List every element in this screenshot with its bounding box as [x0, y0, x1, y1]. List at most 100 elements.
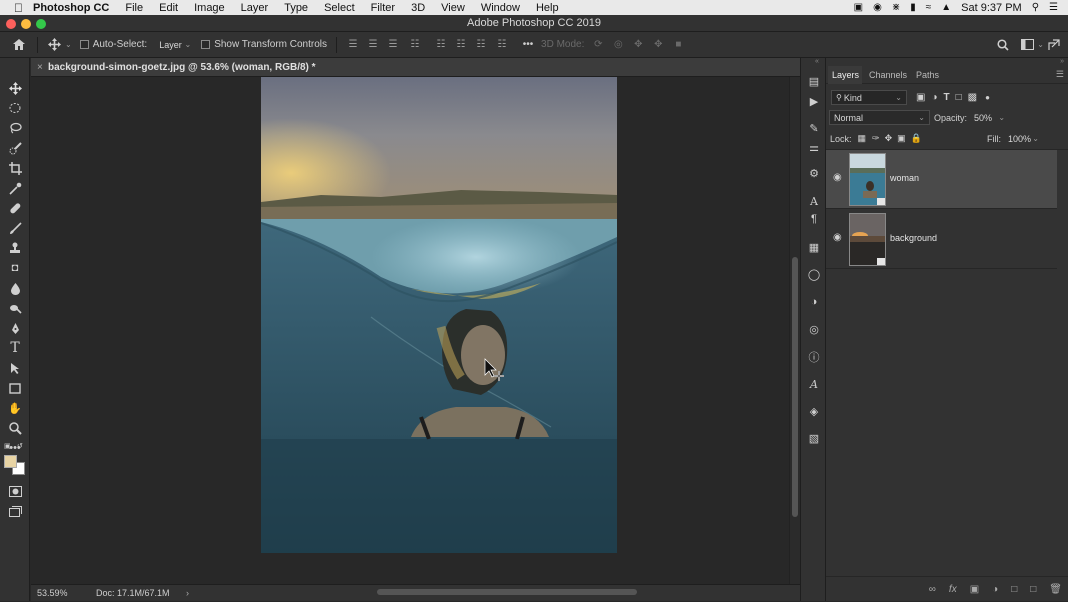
- menu-layer[interactable]: Layer: [233, 2, 277, 14]
- dodge-tool-icon[interactable]: [6, 300, 24, 316]
- screen-record-icon[interactable]: ▣: [849, 2, 868, 13]
- add-layer-style-icon[interactable]: fx: [949, 584, 957, 595]
- menu-list-icon[interactable]: ☰: [1044, 2, 1068, 13]
- lock-transparent-pixels-icon[interactable]: ▦: [858, 133, 867, 144]
- filter-adjustment-icon[interactable]: ◑: [931, 92, 937, 103]
- distribute-horizontal-icon[interactable]: ☷: [403, 39, 427, 50]
- blend-mode-dropdown[interactable]: Normal ⌄: [829, 110, 930, 125]
- chevron-down-icon[interactable]: ⌄: [65, 40, 72, 49]
- 3d-orbit-icon[interactable]: ⟳: [588, 39, 608, 50]
- filter-smart-object-icon[interactable]: ▩: [968, 92, 977, 103]
- menu-type[interactable]: Type: [276, 2, 316, 14]
- move-tool-preset-icon[interactable]: [46, 38, 62, 51]
- tab-paths[interactable]: Paths: [912, 66, 943, 84]
- hand-tool-icon[interactable]: ✋: [6, 400, 24, 416]
- clone-source-panel-icon[interactable]: ⚙: [807, 166, 821, 180]
- lock-artboard-icon[interactable]: ▣: [897, 133, 906, 144]
- share-icon[interactable]: [1044, 38, 1064, 51]
- opacity-field[interactable]: 50% ⌄: [970, 110, 1010, 125]
- libraries-panel-icon[interactable]: ◎: [807, 322, 821, 336]
- menu-image[interactable]: Image: [186, 2, 233, 14]
- status-menu-arrow-icon[interactable]: ›: [186, 585, 189, 602]
- close-window-button[interactable]: [6, 19, 16, 29]
- new-adjustment-layer-icon[interactable]: ◑: [992, 584, 998, 595]
- 3d-scale-icon[interactable]: ■: [668, 39, 688, 50]
- layer-name[interactable]: background: [890, 233, 937, 243]
- zoom-level[interactable]: 53.59%: [37, 585, 68, 602]
- quick-mask-icon[interactable]: [6, 483, 24, 499]
- wifi-icon[interactable]: ≈: [921, 2, 937, 13]
- eyedropper-tool-icon[interactable]: [6, 180, 24, 196]
- filter-shape-icon[interactable]: □: [956, 92, 962, 103]
- status-icon[interactable]: ◉: [868, 2, 887, 13]
- layer-row-woman[interactable]: ◉ woman: [826, 150, 1057, 209]
- menu-select[interactable]: Select: [316, 2, 363, 14]
- tab-layers[interactable]: Layers: [828, 66, 862, 84]
- layer-row-background[interactable]: ◉ background: [826, 210, 1057, 269]
- swatches-panel-icon[interactable]: ▦: [807, 240, 821, 254]
- adjustments-panel-icon[interactable]: ⚌: [807, 140, 821, 154]
- new-layer-icon[interactable]: □: [1030, 584, 1036, 595]
- menu-help[interactable]: Help: [528, 2, 567, 14]
- marquee-tool-icon[interactable]: [6, 100, 24, 116]
- align-top-edges-icon[interactable]: ☷: [431, 39, 451, 50]
- lock-image-pixels-icon[interactable]: ✑: [872, 133, 880, 144]
- filter-kind-dropdown[interactable]: ⚲ Kind ⌄: [831, 90, 907, 105]
- properties-panel-icon[interactable]: ▧: [807, 431, 821, 445]
- show-transform-checkbox[interactable]: [201, 40, 211, 49]
- vertical-scroll-thumb[interactable]: [792, 257, 798, 517]
- layer-thumbnail[interactable]: [849, 213, 886, 266]
- fill-field[interactable]: 100% ⌄: [1004, 131, 1043, 146]
- healing-brush-tool-icon[interactable]: [6, 200, 24, 216]
- align-bottom-edges-icon[interactable]: ☷: [471, 39, 491, 50]
- swap-colors-icon[interactable]: ↺: [17, 442, 23, 450]
- menu-3d[interactable]: 3D: [403, 2, 433, 14]
- panel-menu-icon[interactable]: ☰: [1056, 69, 1064, 80]
- clock[interactable]: Sat 9:37 PM: [956, 2, 1027, 14]
- paragraph-panel-icon[interactable]: ¶: [807, 212, 821, 226]
- actions-panel-icon[interactable]: ▶: [807, 94, 821, 108]
- apple-menu-icon[interactable]: : [0, 1, 29, 15]
- character-panel-icon[interactable]: A: [807, 194, 821, 208]
- collapse-panel-icon[interactable]: »: [1060, 58, 1064, 65]
- move-tool-icon[interactable]: [6, 80, 24, 96]
- eraser-tool-icon[interactable]: [6, 280, 24, 296]
- brush-settings-panel-icon[interactable]: ✎: [807, 121, 821, 135]
- filter-toggle-icon[interactable]: ●: [985, 93, 990, 102]
- pen-tool-icon[interactable]: [6, 320, 24, 336]
- default-colors-icon[interactable]: ▣: [4, 442, 11, 450]
- document-canvas-image[interactable]: [261, 77, 617, 553]
- menu-view[interactable]: View: [433, 2, 473, 14]
- airplay-icon[interactable]: ▲: [936, 2, 956, 13]
- menu-filter[interactable]: Filter: [363, 2, 403, 14]
- delete-layer-icon[interactable]: 🗑: [1049, 584, 1062, 595]
- lock-all-icon[interactable]: 🔒: [911, 133, 922, 144]
- canvas-area[interactable]: [31, 77, 789, 584]
- rectangle-tool-icon[interactable]: [6, 380, 24, 396]
- horizontal-scroll-thumb[interactable]: [377, 589, 637, 595]
- 3d-roll-icon[interactable]: ◎: [608, 39, 628, 50]
- visibility-eye-icon[interactable]: ◉: [833, 232, 842, 243]
- menu-file[interactable]: File: [117, 2, 151, 14]
- auto-select-target-dropdown[interactable]: Layer ⌄: [155, 37, 196, 52]
- menu-edit[interactable]: Edit: [151, 2, 186, 14]
- more-options-icon[interactable]: •••: [517, 39, 539, 50]
- path-selection-tool-icon[interactable]: [6, 360, 24, 376]
- vertical-scrollbar[interactable]: [789, 77, 800, 584]
- distribute-vertical-icon[interactable]: ☷: [491, 39, 513, 50]
- collapse-arrows-icon[interactable]: «: [815, 58, 819, 65]
- brush-tool-icon[interactable]: [6, 220, 24, 236]
- minimize-window-button[interactable]: [21, 19, 31, 29]
- layer-name[interactable]: woman: [890, 173, 919, 183]
- align-right-edges-icon[interactable]: ☰: [383, 39, 403, 50]
- align-horizontal-centers-icon[interactable]: ☰: [363, 39, 383, 50]
- new-group-icon[interactable]: □: [1011, 584, 1017, 595]
- zoom-window-button[interactable]: [36, 19, 46, 29]
- crop-tool-icon[interactable]: [6, 160, 24, 176]
- type-tool-icon[interactable]: T: [6, 340, 24, 356]
- chevron-down-icon[interactable]: ⌄: [1037, 40, 1044, 49]
- add-layer-mask-icon[interactable]: ▣: [970, 584, 979, 595]
- info-panel-icon[interactable]: ⓘ: [807, 350, 821, 364]
- menu-window[interactable]: Window: [473, 2, 528, 14]
- history-brush-tool-icon[interactable]: ◘: [6, 260, 24, 276]
